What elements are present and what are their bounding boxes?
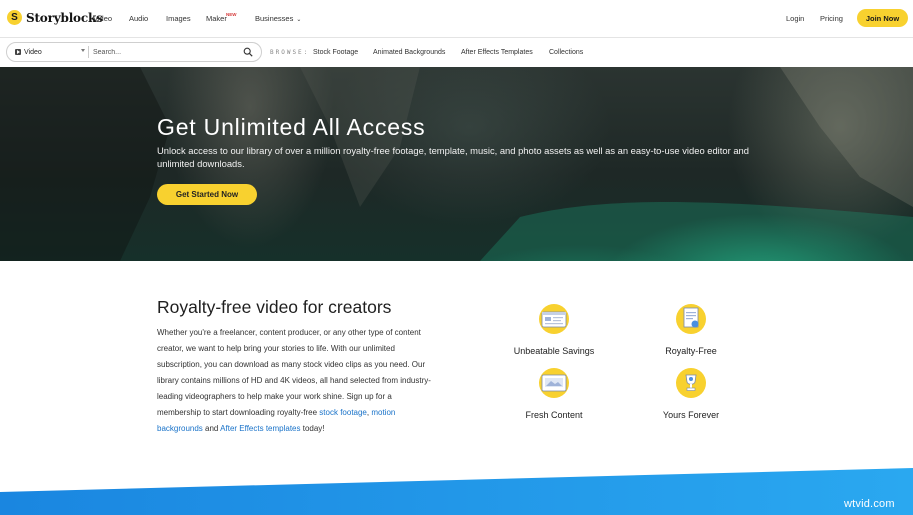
chevron-down-icon: ⌄ bbox=[296, 17, 302, 23]
search-icon[interactable] bbox=[243, 47, 253, 57]
join-now-button[interactable]: Join Now bbox=[857, 9, 908, 27]
feature-fresh-content: Fresh Content bbox=[494, 367, 614, 420]
savings-icon bbox=[539, 304, 569, 334]
feature-label: Unbeatable Savings bbox=[513, 346, 595, 356]
logo-text: Storyblocks bbox=[26, 10, 103, 25]
nav-link-images[interactable]: Images bbox=[166, 14, 191, 23]
search-input[interactable] bbox=[93, 45, 233, 59]
section-body: Whether you're a freelancer, content pro… bbox=[157, 325, 433, 437]
video-icon bbox=[15, 49, 21, 55]
content-icon bbox=[539, 368, 569, 398]
nav-link-audio[interactable]: Audio bbox=[129, 14, 148, 23]
businesses-label: Businesses bbox=[255, 14, 294, 23]
feature-royalty-free: Royalty-Free bbox=[631, 303, 751, 356]
after-effects-templates-link[interactable]: After Effects templates bbox=[220, 424, 300, 433]
hero-banner: Get Unlimited All Access Unlock access t… bbox=[0, 67, 913, 261]
document-icon bbox=[676, 304, 706, 334]
feature-unbeatable-savings: Unbeatable Savings bbox=[494, 303, 614, 356]
feature-label: Yours Forever bbox=[662, 410, 720, 420]
feature-label: Royalty-Free bbox=[665, 346, 717, 356]
feature-label: Fresh Content bbox=[525, 410, 583, 420]
nav-link-maker[interactable]: Maker bbox=[206, 14, 227, 23]
trophy-icon bbox=[676, 368, 706, 398]
search-bar-row: Video BROWSE: Stock Footage Animated Bac… bbox=[0, 39, 913, 67]
body-text: Whether you're a freelancer, content pro… bbox=[157, 328, 431, 417]
search-box: Video bbox=[6, 42, 262, 62]
and-text: and bbox=[202, 424, 221, 433]
new-badge: NEW bbox=[226, 12, 237, 17]
top-navigation: S Storyblocks Video Audio Images Maker N… bbox=[0, 0, 913, 38]
hero-title: Get Unlimited All Access bbox=[157, 114, 426, 140]
browse-link-stock-footage[interactable]: Stock Footage bbox=[313, 49, 358, 56]
media-type-select[interactable]: Video bbox=[15, 43, 89, 61]
stock-footage-link[interactable]: stock footage bbox=[319, 408, 367, 417]
browse-link-after-effects-templates[interactable]: After Effects Templates bbox=[461, 49, 533, 56]
section-title: Royalty-free video for creators bbox=[157, 297, 392, 317]
feature-yours-forever: Yours Forever bbox=[631, 367, 751, 420]
browse-link-animated-backgrounds[interactable]: Animated Backgrounds bbox=[373, 49, 445, 56]
browse-label: BROWSE: bbox=[270, 49, 310, 56]
divider bbox=[88, 46, 89, 58]
nav-link-video[interactable]: Video bbox=[93, 14, 112, 23]
login-link[interactable]: Login bbox=[786, 14, 804, 23]
pricing-link[interactable]: Pricing bbox=[820, 14, 843, 23]
get-started-button[interactable]: Get Started Now bbox=[157, 184, 257, 205]
logo-mark-icon: S bbox=[7, 10, 22, 25]
media-type-value: Video bbox=[24, 48, 42, 56]
watermark: wtvid.com bbox=[844, 498, 895, 510]
caret-down-icon bbox=[81, 49, 85, 52]
nav-link-businesses[interactable]: Businesses ⌄ bbox=[255, 14, 301, 23]
bottom-wave bbox=[0, 468, 913, 515]
hero-subtitle: Unlock access to our library of over a m… bbox=[157, 145, 749, 169]
logo[interactable]: S Storyblocks bbox=[7, 10, 103, 25]
browse-link-collections[interactable]: Collections bbox=[549, 49, 583, 56]
body-text-end: today! bbox=[300, 424, 325, 433]
